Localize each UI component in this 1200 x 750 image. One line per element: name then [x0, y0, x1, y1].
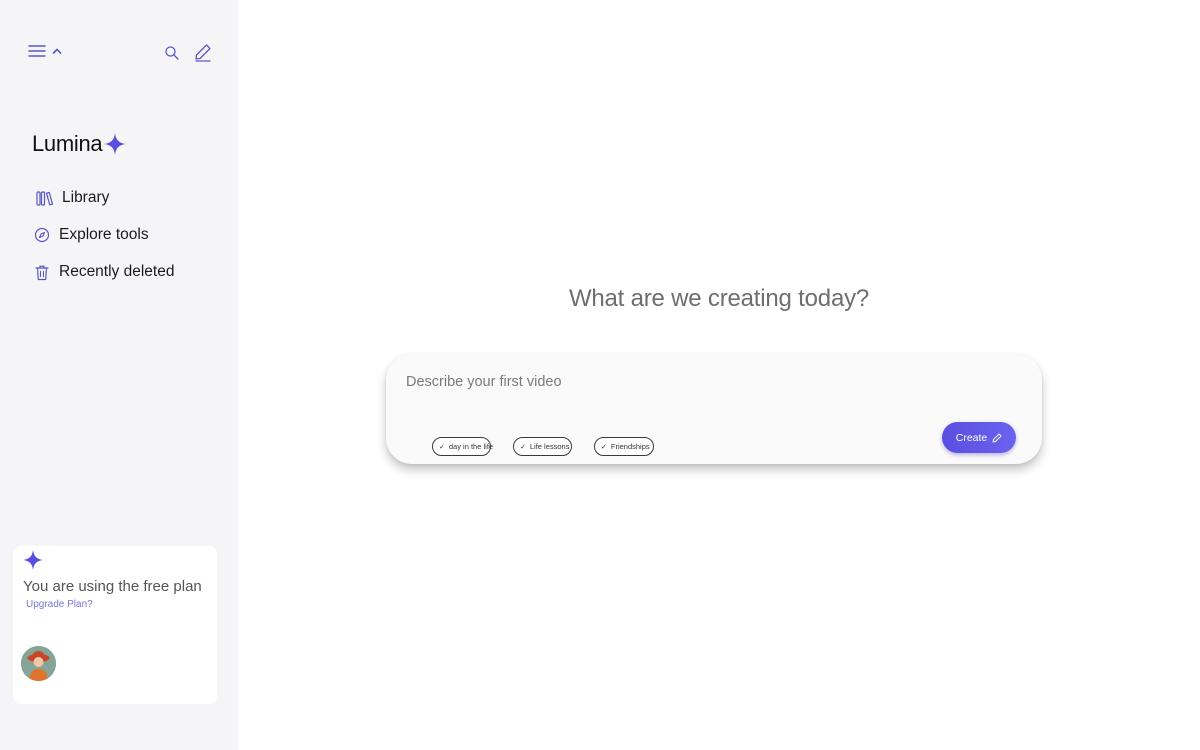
sidebar-item-label: Explore tools	[59, 226, 149, 243]
plan-status-text: You are using the free plan	[23, 578, 202, 595]
menu-icon	[27, 45, 46, 57]
prompt-composer: ✓ day in the life ✓ Life lessons ✓ Frien…	[386, 354, 1042, 464]
library-icon	[35, 188, 55, 208]
chevron-up-icon	[52, 48, 61, 54]
page-title: What are we creating today?	[568, 285, 870, 312]
pencil-icon	[195, 44, 211, 62]
brand-name: Lumina	[32, 131, 103, 156]
suggestion-chip-friendships[interactable]: ✓ Friendships	[594, 437, 654, 456]
brand-logo: Lumina	[32, 131, 127, 157]
search-icon	[165, 46, 179, 60]
sidebar-item-explore-tools[interactable]: Explore tools	[32, 223, 174, 247]
sidebar-nav: Library Explore tools Recently deleted	[32, 186, 174, 297]
chip-label: Life lessons	[529, 442, 570, 451]
check-icon: ✓	[601, 443, 607, 451]
check-icon: ✓	[439, 443, 445, 451]
sparkle-icon	[104, 133, 127, 155]
search-button[interactable]	[162, 43, 182, 63]
sidebar-item-label: Recently deleted	[59, 263, 175, 280]
create-button[interactable]: Create	[942, 422, 1016, 453]
sidebar-item-library[interactable]: Library	[32, 186, 174, 210]
chip-label: day in the life	[448, 442, 494, 451]
suggestion-chip-life-lessons[interactable]: ✓ Life lessons	[513, 437, 572, 456]
sidebar: Lumina Library Explore tools Recently de…	[0, 0, 238, 750]
menu-toggle-button[interactable]	[25, 42, 65, 60]
create-label: Create	[955, 431, 988, 444]
sidebar-item-recently-deleted[interactable]: Recently deleted	[32, 260, 174, 284]
pencil-icon	[992, 433, 1002, 442]
upgrade-plan-link[interactable]: Upgrade Plan?	[26, 599, 93, 610]
check-icon: ✓	[520, 443, 526, 451]
sidebar-item-label: Library	[62, 189, 110, 206]
chip-label: Friendships	[610, 442, 650, 451]
compass-icon	[32, 225, 52, 245]
trash-icon	[32, 262, 52, 282]
avatar[interactable]	[21, 646, 56, 681]
suggestion-chip-day-in-the-life[interactable]: ✓ day in the life	[432, 437, 494, 456]
new-item-button[interactable]	[192, 41, 214, 63]
prompt-input[interactable]	[406, 374, 926, 390]
plan-card: You are using the free plan Upgrade Plan…	[13, 546, 217, 704]
sparkle-icon	[22, 549, 44, 571]
